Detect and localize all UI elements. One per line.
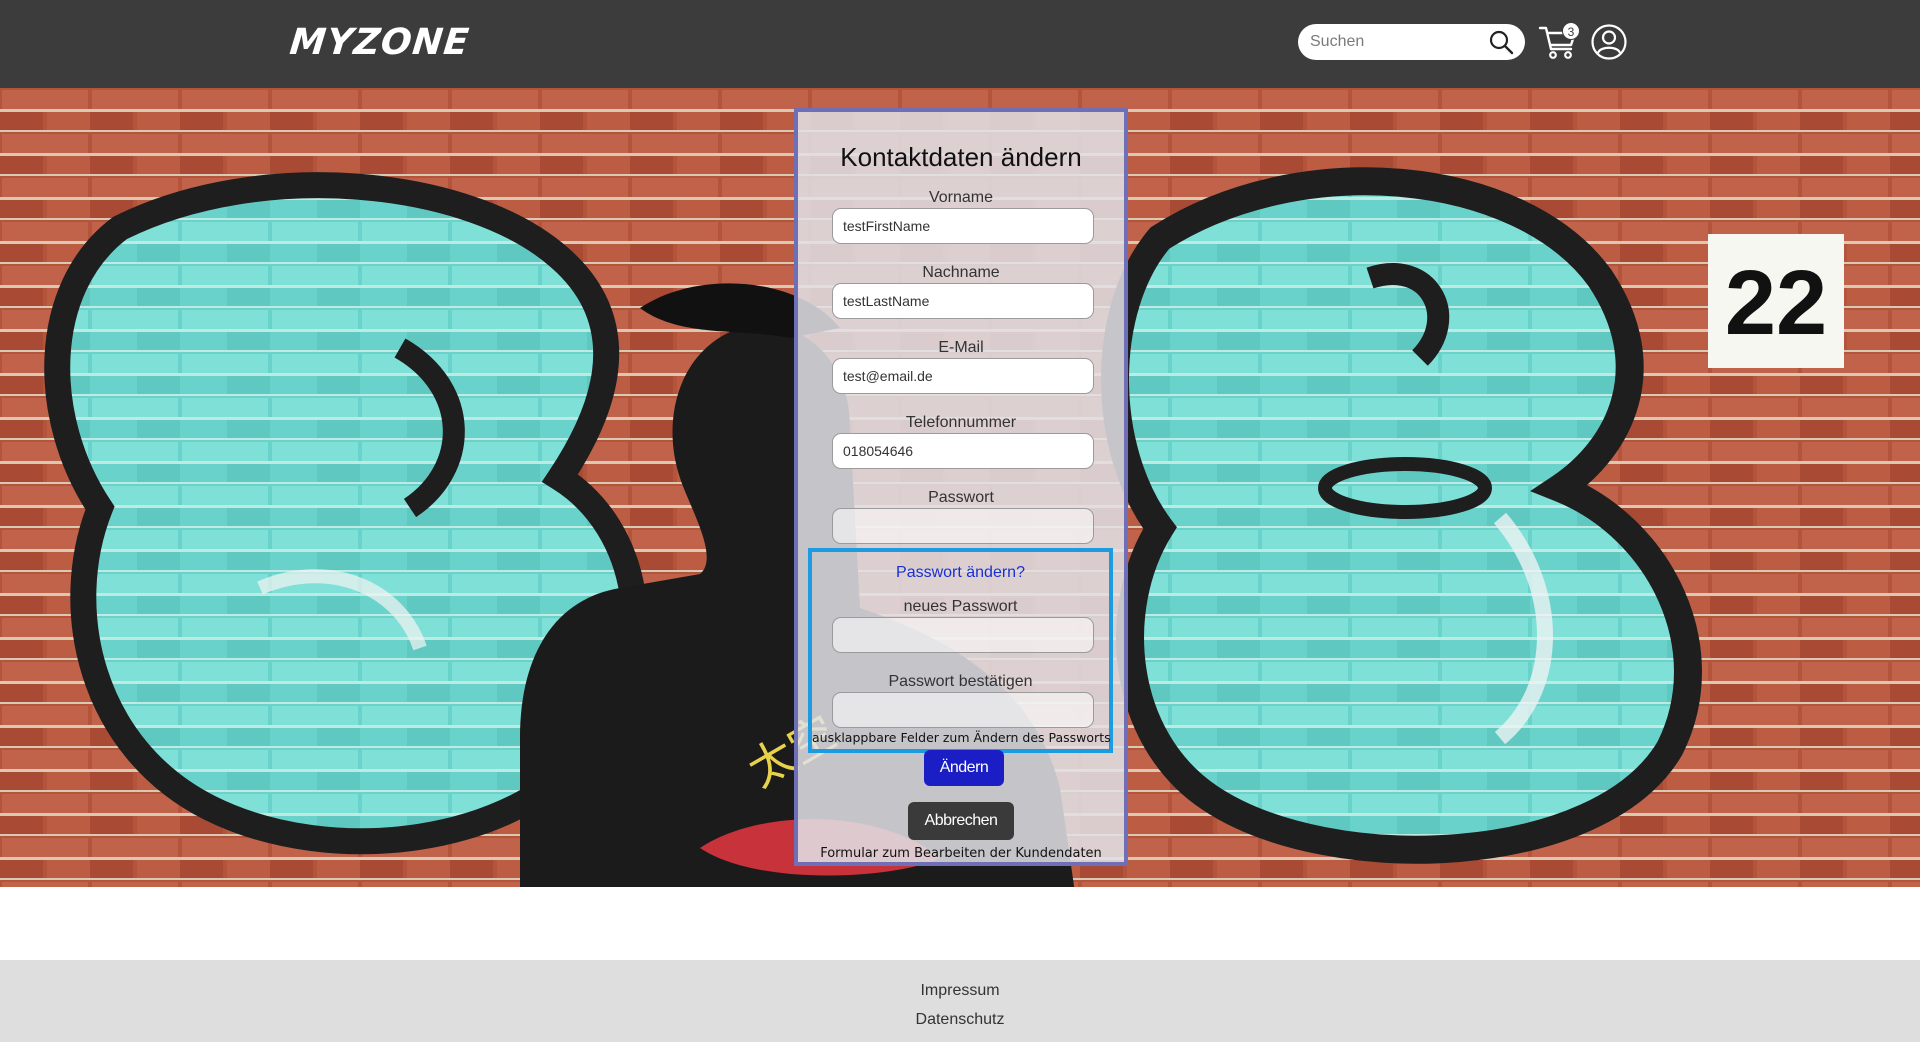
wall-number-sign: 22: [1725, 252, 1827, 354]
first-name-label: Vorname: [928, 189, 994, 206]
form-annotation: Formular zum Bearbeiten der Kundendaten: [820, 846, 1102, 861]
phone-input[interactable]: [832, 433, 1094, 469]
footer-link-datenschutz[interactable]: Datenschutz: [0, 1011, 1920, 1029]
first-name-input[interactable]: [832, 208, 1094, 244]
edit-contact-form: Kontaktdaten ändern Vorname Nachname E-M…: [794, 108, 1128, 866]
new-password-label: neues Passwort: [903, 598, 1018, 615]
phone-label: Telefonnummer: [905, 414, 1017, 431]
cart-count-badge: 3: [1562, 22, 1580, 40]
myzone-logo[interactable]: MYZONE: [288, 22, 472, 63]
top-navigation-bar: MYZONE 3: [0, 0, 1920, 88]
confirm-password-input[interactable]: [832, 692, 1094, 728]
confirm-password-label: Passwort bestätigen: [888, 673, 1033, 690]
search-icon[interactable]: [1488, 29, 1514, 55]
password-panel-annotation: ausklappbare Felder zum Ändern des Passw…: [812, 730, 1111, 745]
last-name-input[interactable]: [832, 283, 1094, 319]
password-input[interactable]: [832, 508, 1094, 544]
email-label: E-Mail: [938, 339, 984, 356]
form-title: Kontaktdaten ändern: [840, 142, 1082, 172]
change-password-toggle[interactable]: Passwort ändern?: [812, 564, 1109, 582]
page-footer: Impressum Datenschutz: [0, 960, 1920, 1042]
cancel-button[interactable]: Abbrechen: [908, 802, 1014, 840]
password-change-panel: Passwort ändern? neues Passwort Passwort…: [808, 548, 1113, 753]
footer-link-impressum[interactable]: Impressum: [0, 982, 1920, 1000]
user-account-icon[interactable]: [1590, 23, 1628, 61]
password-label: Passwort: [928, 489, 994, 506]
new-password-input[interactable]: [832, 617, 1094, 653]
last-name-label: Nachname: [922, 264, 1000, 281]
submit-button[interactable]: Ändern: [924, 750, 1004, 786]
search-bar: [1298, 24, 1525, 60]
search-input[interactable]: [1308, 29, 1478, 55]
email-input[interactable]: [832, 358, 1094, 394]
